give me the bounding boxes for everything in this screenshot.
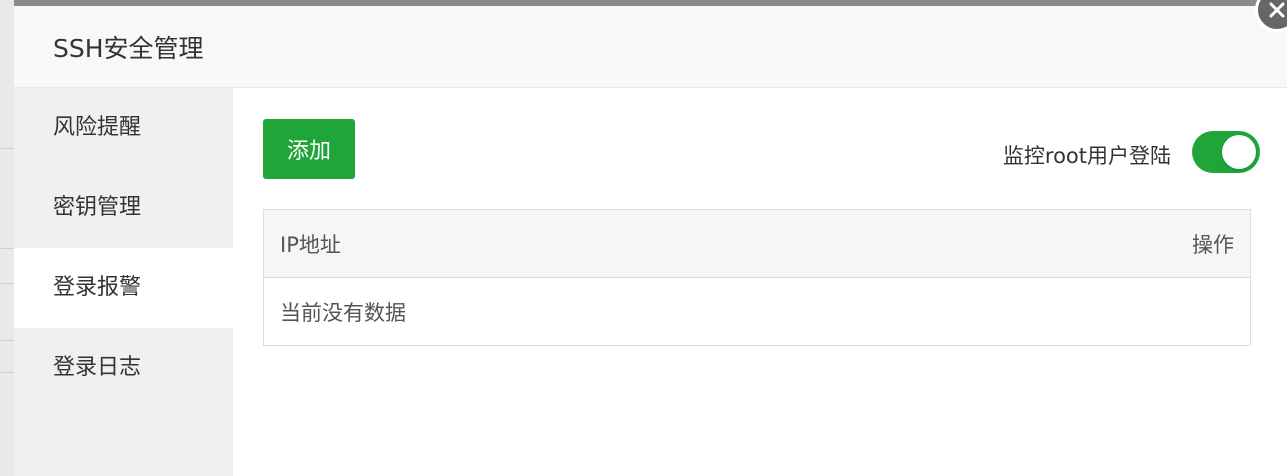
table-empty-row: 当前没有数据: [264, 278, 1250, 345]
backdrop-divider: [0, 372, 14, 373]
sidebar: 风险提醒 密钥管理 登录报警 登录日志: [14, 88, 233, 476]
backdrop-divider: [0, 248, 14, 249]
toggle-knob: [1222, 135, 1256, 169]
close-icon: [1269, 2, 1285, 18]
sidebar-item-label: 登录报警: [53, 275, 142, 300]
ip-table: IP地址 操作 当前没有数据: [263, 209, 1251, 346]
content-panel: 添加 监控root用户登陆 IP地址 操作 当前没有数据: [233, 88, 1287, 476]
column-header-action: 操作: [1192, 232, 1234, 257]
column-header-ip: IP地址: [280, 232, 341, 257]
table-header: IP地址 操作: [264, 210, 1250, 278]
dialog-titlebar: SSH安全管理: [14, 6, 1287, 88]
add-button[interactable]: 添加: [263, 119, 355, 179]
backdrop-divider: [0, 283, 14, 284]
ssh-security-dialog: SSH安全管理 风险提醒 密钥管理 登录报警 登录日志 添加 监控root用户登…: [14, 6, 1287, 476]
sidebar-item-login-log[interactable]: 登录日志: [14, 328, 233, 408]
sidebar-item-label: 登录日志: [53, 355, 142, 380]
dialog-title: SSH安全管理: [53, 33, 204, 63]
empty-message: 当前没有数据: [280, 300, 406, 325]
sidebar-item-risk-alert[interactable]: 风险提醒: [14, 88, 233, 168]
backdrop-divider: [0, 148, 14, 149]
backdrop-panel: [0, 0, 14, 476]
backdrop-divider: [0, 340, 14, 341]
monitor-root-login-label: 监控root用户登陆: [1002, 144, 1171, 168]
sidebar-item-key-management[interactable]: 密钥管理: [14, 168, 233, 248]
sidebar-item-label: 风险提醒: [53, 115, 142, 140]
monitor-root-login-toggle[interactable]: [1192, 131, 1260, 173]
sidebar-item-login-alert[interactable]: 登录报警: [14, 248, 233, 328]
dialog-body: 风险提醒 密钥管理 登录报警 登录日志 添加 监控root用户登陆 IP地址 操…: [14, 88, 1287, 476]
sidebar-item-label: 密钥管理: [53, 195, 142, 220]
